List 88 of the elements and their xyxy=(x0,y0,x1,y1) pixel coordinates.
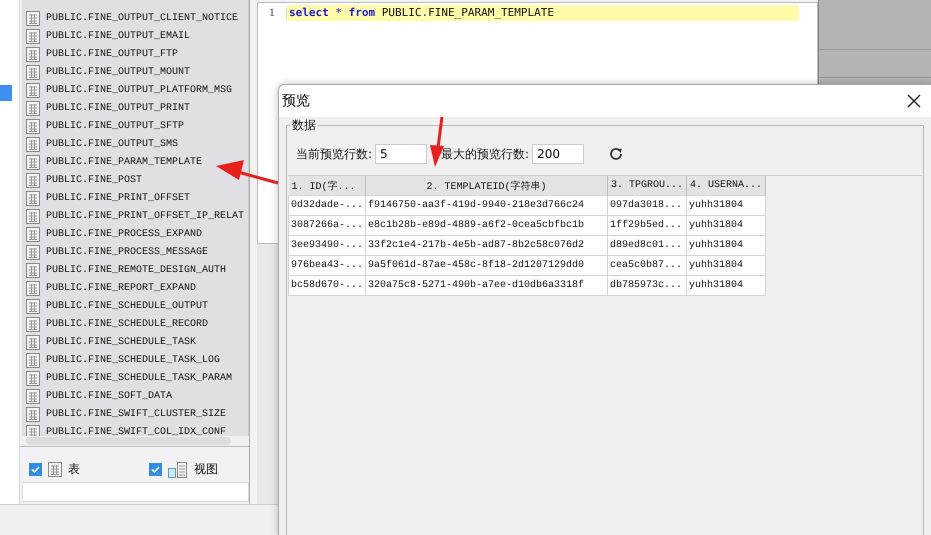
table-cell: 3087266a-... xyxy=(288,216,366,236)
dialog-title: 预览 xyxy=(282,92,310,110)
tree-item[interactable]: PUBLIC.FINE_PROCESS_EXPAND xyxy=(22,225,202,243)
table-icon xyxy=(26,28,40,44)
table-cell: 0d32dade-... xyxy=(288,196,366,216)
table-cell: d89ed8c01... xyxy=(608,236,687,256)
table-icon xyxy=(26,136,40,152)
tree-item[interactable]: PUBLIC.FINE_SCHEDULE_OUTPUT xyxy=(22,297,208,315)
table-icon xyxy=(26,64,40,80)
table-cell: 9a5f061d-87ae-458c-8f18-2d1207129dd0 xyxy=(366,256,608,276)
annotation-arrow xyxy=(216,160,278,184)
tree-item[interactable]: PUBLIC.FINE_SCHEDULE_RECORD xyxy=(22,315,208,333)
table-cell: yuhh31804 xyxy=(686,256,766,276)
view-icon xyxy=(168,462,188,478)
tree-item[interactable]: PUBLIC.FINE_OUTPUT_FTP xyxy=(22,45,178,63)
table-icon xyxy=(26,316,40,332)
table-icon xyxy=(26,190,40,206)
table-icon xyxy=(26,262,40,278)
table-icon xyxy=(26,334,40,350)
table-cell: e8c1b28b-e89d-4889-a6f2-0cea5cbfbc1b xyxy=(366,216,608,236)
close-icon xyxy=(907,94,921,108)
table-icon xyxy=(48,462,62,477)
table-icon xyxy=(26,370,40,386)
column-header[interactable]: 4. USERNA... xyxy=(686,176,766,196)
tree-item[interactable]: PUBLIC.FINE_PROCESS_MESSAGE xyxy=(22,243,208,261)
tree-item[interactable]: PUBLIC.FINE_OUTPUT_PRINT xyxy=(22,99,190,117)
tree-item[interactable]: PUBLIC.FINE_PRINT_OFFSET_IP_RELAT xyxy=(22,207,244,225)
tree-item[interactable]: PUBLIC.FINE_OUTPUT_SFTP xyxy=(22,117,184,135)
table-cell: bc58d670-... xyxy=(288,276,366,296)
tree-item[interactable]: PUBLIC.FINE_SCHEDULE_TASK_LOG xyxy=(22,351,220,369)
tree-item[interactable]: PUBLIC.FINE_POST xyxy=(22,171,142,189)
table-icon xyxy=(26,10,40,26)
table-icon xyxy=(26,154,40,170)
tree-item[interactable]: PUBLIC.FINE_SCHEDULE_TASK_PARAM xyxy=(22,369,232,387)
table-icon xyxy=(26,388,40,404)
table-cell: 33f2c1e4-217b-4e5b-ad87-8b2c58c076d2 xyxy=(366,236,608,256)
scrollbar-thumb[interactable] xyxy=(26,437,231,445)
table-icon xyxy=(26,172,40,188)
max-rows-field[interactable]: 200 xyxy=(532,144,584,164)
column-header[interactable]: 1. ID(字... xyxy=(288,176,366,196)
table-icon xyxy=(26,118,40,134)
checkbox[interactable] xyxy=(149,463,162,476)
table-icon xyxy=(26,280,40,296)
table-icon xyxy=(26,82,40,98)
table-cell: cea5c0b87... xyxy=(608,256,687,276)
checkbox-label: 表 xyxy=(68,461,80,478)
table-cell: db785973c... xyxy=(608,276,687,296)
tree-item[interactable]: PUBLIC.FINE_PARAM_TEMPLATE xyxy=(22,153,202,171)
tree-item[interactable]: PUBLIC.FINE_OUTPUT_EMAIL xyxy=(22,27,190,45)
field-label: 最大的预览行数: xyxy=(441,146,530,162)
table-cell: 097da3018... xyxy=(608,196,687,216)
column-header[interactable]: 2. TEMPLATEID(字符串) xyxy=(366,176,608,196)
field-label: 当前预览行数: xyxy=(296,146,372,162)
table-icon xyxy=(26,244,40,260)
tree-item[interactable]: PUBLIC.FINE_SWIFT_CLUSTER_SIZE xyxy=(22,405,226,423)
tree-item[interactable]: PUBLIC.FINE_OUTPUT_SMS xyxy=(22,135,178,153)
table-icon xyxy=(26,46,40,62)
filter-field[interactable] xyxy=(22,482,249,502)
table-icon xyxy=(26,352,40,368)
checkbox-label: 视图 xyxy=(194,461,218,478)
table-cell: f9146750-aa3f-419d-9940-218e3d766c24 xyxy=(366,196,608,216)
selection-marker xyxy=(0,85,12,101)
checkbox[interactable] xyxy=(29,463,42,476)
tree-item[interactable]: PUBLIC.FINE_OUTPUT_MOUNT xyxy=(22,63,190,81)
table-cell: 1ff29b5ed... xyxy=(608,216,687,236)
table-cell: 320a75c8-5271-490b-a7ee-d10db6a3318f xyxy=(366,276,608,296)
table-cell: 976bea43-... xyxy=(288,256,366,276)
table-icon xyxy=(26,226,40,242)
tree-item[interactable]: PUBLIC.FINE_OUTPUT_PLATFORM_MSG xyxy=(22,81,232,99)
tree-item[interactable]: PUBLIC.FINE_PRINT_OFFSET xyxy=(22,189,190,207)
column-header[interactable]: 3. TPGROU... xyxy=(608,176,687,196)
table-cell: yuhh31804 xyxy=(686,196,766,216)
tree-item[interactable]: PUBLIC.FINE_REMOTE_DESIGN_AUTH xyxy=(22,261,226,279)
tree-item[interactable]: PUBLIC.FINE_REPORT_EXPAND xyxy=(22,279,196,297)
tree-item[interactable]: PUBLIC.FINE_SOFT_DATA xyxy=(22,387,172,405)
table-cell: 3ee93490-... xyxy=(288,236,366,256)
refresh-icon[interactable] xyxy=(608,146,624,162)
table-icon xyxy=(26,208,40,224)
table-icon xyxy=(26,298,40,314)
table-cell: yuhh31804 xyxy=(686,216,766,236)
table-icon xyxy=(26,406,40,422)
tree-item[interactable]: PUBLIC.FINE_SCHEDULE_TASK xyxy=(22,333,196,351)
group-label: 数据 xyxy=(290,117,318,134)
tree-item[interactable]: PUBLIC.FINE_OUTPUT_CLIENT_NOTICE xyxy=(22,9,238,27)
table-cell: yuhh31804 xyxy=(686,236,766,256)
table-cell: yuhh31804 xyxy=(686,276,766,296)
current-rows-field[interactable]: 5 xyxy=(375,144,428,164)
table-icon xyxy=(26,100,40,116)
